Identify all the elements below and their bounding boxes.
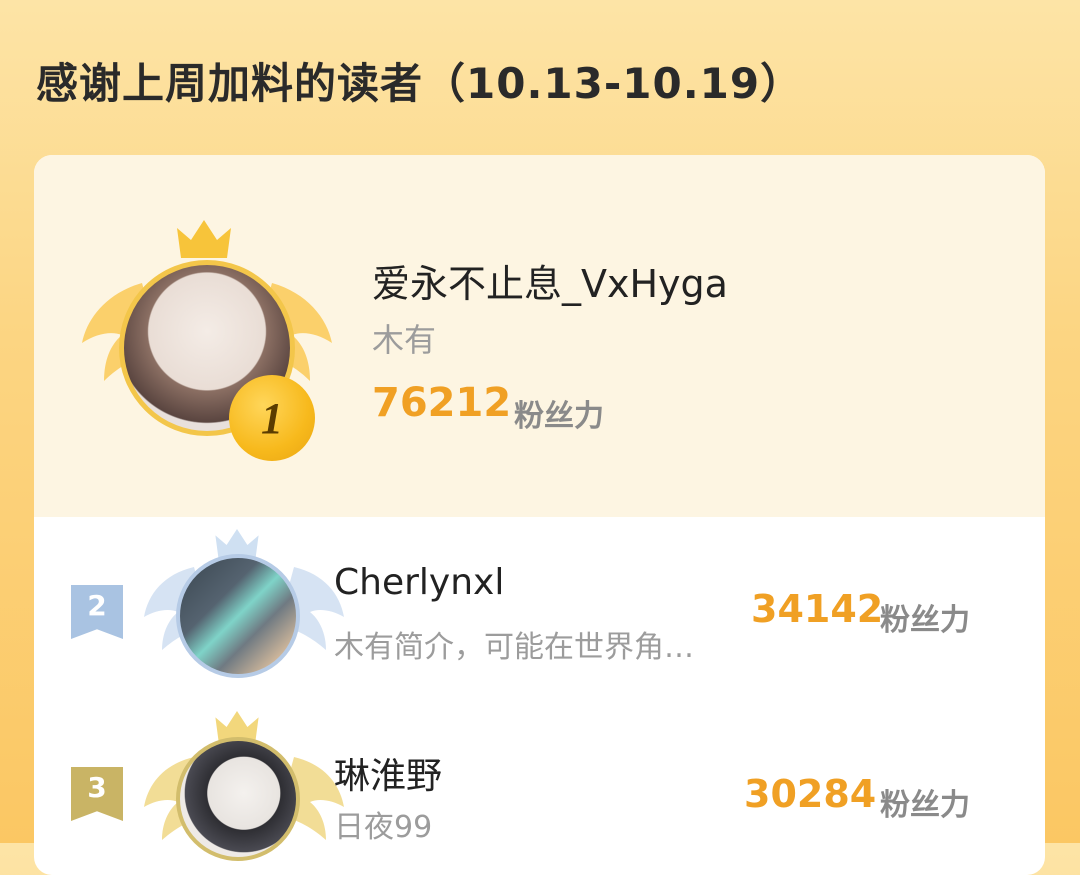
reader-score: 34142: [751, 587, 884, 631]
rank-flag-3: 3: [71, 767, 123, 821]
top-reader-bio: 木有: [372, 321, 437, 359]
top-reader-name[interactable]: 爱永不止息_VxHyga: [372, 253, 728, 308]
reader-score: 30284: [744, 772, 877, 816]
reader-score-unit: 粉丝力: [880, 788, 970, 823]
reader-bio: 日夜99: [334, 810, 433, 845]
top-reader-section[interactable]: 1 爱永不止息_VxHyga 木有 76212 粉丝力: [34, 155, 1045, 517]
reader-score-unit: 粉丝力: [880, 603, 970, 638]
list-item-rank-3[interactable]: 3 琳淮野 日夜99 30284 粉丝力: [34, 697, 1045, 875]
page-title: 感谢上周加料的读者（10.13-10.19）: [36, 59, 804, 108]
list-item-rank-2[interactable]: 2 Cherlynxl 木有简介，可能在世界角… 34142 粉丝力: [34, 517, 1045, 697]
top-reader-score: 76212: [372, 380, 512, 426]
reader-name[interactable]: Cherlynxl: [334, 562, 504, 603]
top-reader-score-unit: 粉丝力: [514, 399, 604, 434]
leaderboard-card: 1 爱永不止息_VxHyga 木有 76212 粉丝力 2 Cherlynxl …: [34, 155, 1045, 875]
reader-bio: 木有简介，可能在世界角…: [334, 630, 694, 665]
gold-crown-icon: [177, 220, 231, 258]
reader-avatar[interactable]: [176, 554, 300, 678]
rank-flag-2: 2: [71, 585, 123, 639]
rank-badge-1: 1: [229, 375, 315, 461]
reader-name[interactable]: 琳淮野: [334, 747, 442, 799]
reader-avatar[interactable]: [176, 737, 300, 861]
